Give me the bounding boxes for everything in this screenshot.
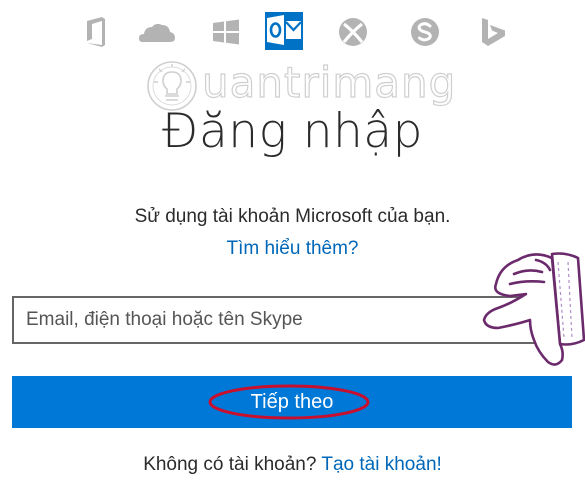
create-account-link[interactable]: Tạo tài khoản! [321, 454, 441, 475]
email-field[interactable] [12, 296, 570, 344]
footer: Không có tài khoản? Tạo tài khoản! [0, 454, 585, 476]
onedrive-icon[interactable] [136, 12, 176, 52]
page-title: Đăng nhập [162, 104, 423, 159]
next-button-label: Tiếp theo [250, 390, 334, 413]
learn-more-link[interactable]: Tìm hiểu thêm? [0, 238, 585, 260]
windows-icon[interactable] [206, 12, 246, 52]
xbox-icon[interactable] [333, 12, 373, 52]
microsoft-app-bar [0, 10, 585, 54]
skype-icon[interactable] [405, 12, 445, 52]
next-button[interactable]: Tiếp theo [12, 376, 572, 428]
no-account-text: Không có tài khoản? [143, 454, 317, 475]
watermark-text: uantrimang [201, 57, 457, 107]
outlook-icon[interactable] [264, 10, 304, 50]
subtitle: Sử dụng tài khoản Microsoft của bạn. [134, 206, 451, 227]
bing-icon[interactable] [472, 12, 512, 52]
office-icon[interactable] [76, 12, 116, 52]
